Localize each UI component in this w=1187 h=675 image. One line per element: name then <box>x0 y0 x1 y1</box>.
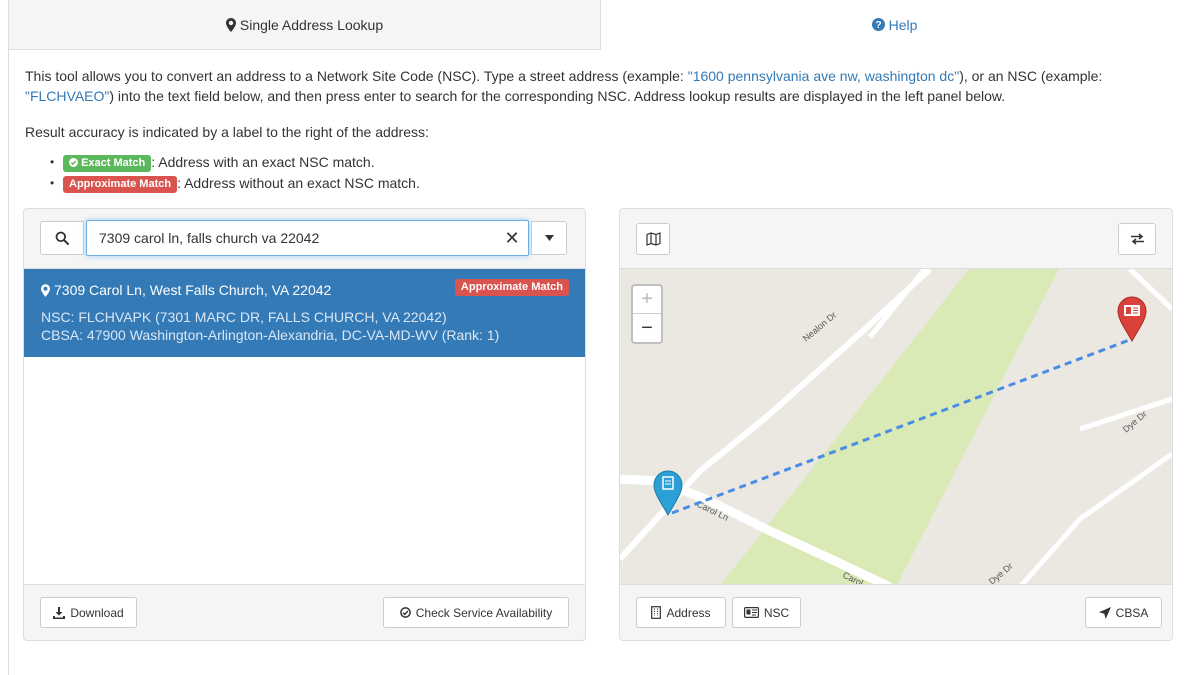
result-address: 7309 Carol Ln, West Falls Church, VA 220… <box>41 282 331 298</box>
map-view[interactable]: Nealon Dr Dye Dr Carol Ln Carol Dye Dr +… <box>620 266 1172 592</box>
search-input[interactable] <box>86 220 529 256</box>
clear-icon[interactable]: ✕ <box>500 226 524 250</box>
location-arrow-icon <box>1098 606 1111 619</box>
approximate-match-label: Approximate Match <box>63 176 178 193</box>
intro-segment: ) into the text field below, and then pr… <box>109 88 1006 104</box>
check-circle-icon <box>399 607 411 618</box>
id-card-icon <box>743 607 759 618</box>
check-service-label: Check Service Availability <box>415 605 553 620</box>
address-button[interactable]: Address <box>636 597 726 628</box>
zoom-control: + − <box>631 284 663 344</box>
map-marker-icon <box>41 283 50 297</box>
results-footer: Download Check Service Availability <box>24 584 585 640</box>
intro-text: This tool allows you to convert an addre… <box>25 66 1180 106</box>
intro-segment: This tool allows you to convert an addre… <box>25 68 688 84</box>
nsc-button[interactable]: NSC <box>732 597 801 628</box>
legend-item-approx: Approximate Match: Address without an ex… <box>50 173 420 194</box>
street-nealon <box>868 267 927 339</box>
search-bar: ✕ <box>24 209 585 269</box>
map-canvas: Nealon Dr Dye Dr Carol Ln Carol Dye Dr <box>620 266 1172 592</box>
result-match-badge: Approximate Match <box>454 279 569 296</box>
legend-item-exact: Exact Match : Address with an exact NSC m… <box>50 152 420 173</box>
tab-bar: Single Address Lookup ? Help <box>9 0 1187 50</box>
download-icon <box>53 606 66 619</box>
street-label: Nealon Dr <box>801 310 838 344</box>
map-marker-icon <box>225 17 236 32</box>
legend-text: : Address with an exact NSC match. <box>151 154 375 170</box>
address-button-label: Address <box>666 605 711 620</box>
page-frame: Single Address Lookup ? Help This tool a… <box>8 0 1187 675</box>
results-panel: ✕ 7309 Carol Ln, West Falls Church, VA 2… <box>23 208 586 641</box>
question-circle-icon: ? <box>871 18 885 31</box>
svg-text:?: ? <box>875 20 881 31</box>
search-options-dropdown[interactable] <box>531 221 567 255</box>
intro-segment: ), or an NSC (example: <box>959 68 1103 84</box>
exact-match-text: Exact Match <box>81 157 146 169</box>
map-icon <box>645 232 661 246</box>
tab-label: Help <box>888 16 918 33</box>
map-footer: Address NSC CBSA <box>620 584 1172 640</box>
zoom-in-button[interactable]: + <box>633 286 661 314</box>
cbsa-button[interactable]: CBSA <box>1085 597 1162 628</box>
accuracy-legend: Exact Match : Address with an exact NSC m… <box>25 152 420 194</box>
result-nsc: NSC: FLCHVAPK (7301 MARC DR, FALLS CHURC… <box>41 309 447 325</box>
nsc-button-label: NSC <box>763 605 790 620</box>
download-button[interactable]: Download <box>40 597 137 628</box>
search-button[interactable] <box>40 221 84 255</box>
address-marker-icon[interactable] <box>653 470 683 517</box>
caret-down-icon <box>544 235 554 241</box>
tab-help[interactable]: ? Help <box>601 0 1187 50</box>
tab-single-address-lookup[interactable]: Single Address Lookup <box>9 0 601 50</box>
street-label: Dye Dr <box>987 561 1015 587</box>
example-address-link[interactable]: "1600 pennsylvania ave nw, washington dc… <box>688 68 959 84</box>
exact-match-label: Exact Match <box>63 155 152 172</box>
map-view-button[interactable] <box>636 223 670 255</box>
result-item[interactable]: 7309 Carol Ln, West Falls Church, VA 220… <box>24 269 585 357</box>
legend-text: : Address without an exact NSC match. <box>177 175 420 191</box>
tab-label: Single Address Lookup <box>239 16 384 33</box>
cbsa-button-label: CBSA <box>1115 605 1149 620</box>
download-label: Download <box>70 605 124 620</box>
exchange-icon <box>1130 233 1144 245</box>
accuracy-note: Result accuracy is indicated by a label … <box>25 124 429 140</box>
map-toolbar <box>620 209 1172 269</box>
swap-button[interactable] <box>1118 223 1156 255</box>
map-panel: Nealon Dr Dye Dr Carol Ln Carol Dye Dr +… <box>619 208 1173 641</box>
check-circle-icon <box>69 158 78 167</box>
example-nsc-link[interactable]: "FLCHVAEO" <box>25 88 109 104</box>
result-address-text: 7309 Carol Ln, West Falls Church, VA 220… <box>54 282 332 298</box>
nsc-marker-icon[interactable] <box>1117 296 1147 343</box>
result-cbsa: CBSA: 47900 Washington-Arlington-Alexand… <box>41 327 500 343</box>
zoom-out-button[interactable]: − <box>633 314 661 342</box>
check-service-availability-button[interactable]: Check Service Availability <box>383 597 569 628</box>
search-icon <box>55 231 69 245</box>
building-icon <box>651 606 662 619</box>
street-dye-south <box>1018 451 1172 589</box>
